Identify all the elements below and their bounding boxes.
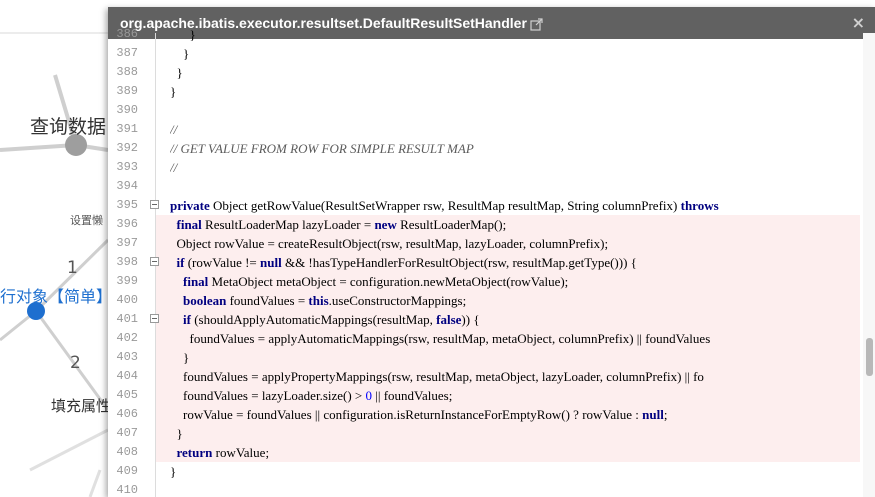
code-text: } [170,350,190,365]
code-line: 386 } [108,25,875,44]
line-number: 395 [116,198,138,212]
code-line: 406 rowValue = foundValues || configurat… [108,405,875,424]
code-line: 397 Object rowValue = createResultObject… [108,234,875,253]
code-text: foundValues = applyPropertyMappings(rsw,… [170,369,704,384]
code-text: // [170,160,178,175]
line-number: 396 [116,217,138,231]
fold-toggle-icon[interactable] [150,200,159,209]
code-text: if (rowValue != null && !hasTypeHandlerF… [176,255,637,270]
fold-toggle-icon[interactable] [150,314,159,323]
line-number: 406 [116,407,138,421]
line-number: 410 [116,483,138,497]
line-number: 386 [116,27,138,41]
vertical-scrollbar[interactable] [863,33,875,497]
code-view: 386 } 387 } 388 } 389} 390 391//392// GET VAL… [108,27,875,497]
code-text: if (shouldApplyAutomaticMappings(resultM… [183,312,480,327]
code-text: } [170,27,196,42]
line-number: 402 [116,331,138,345]
line-number: 389 [116,84,138,98]
mind-map-label-query: 查询数据 [30,116,107,138]
line-number: 407 [116,426,138,440]
mind-map-label-fill: 填充属性 [51,397,112,415]
line-number: 390 [116,103,138,117]
code-line: 398 if (rowValue != null && !hasTypeHand… [108,253,875,272]
code-line: 409} [108,462,875,481]
code-text: foundValues = lazyLoader.size() > 0 || f… [170,388,453,403]
code-line: 405 foundValues = lazyLoader.size() > 0 … [108,386,875,405]
code-line: 400 boolean foundValues = this.useConstr… [108,291,875,310]
code-text: return rowValue; [176,445,270,460]
code-line: 395 private Object getRowValue(ResultSetW… [108,196,875,215]
code-text: } [170,65,183,80]
code-text: rowValue = foundValues || configuration.… [170,407,668,422]
code-line: 401 if (shouldApplyAutomaticMappings(res… [108,310,875,329]
line-number: 401 [116,312,138,326]
code-text: boolean foundValues = this.useConstructo… [183,293,467,308]
line-number: 394 [116,179,138,193]
code-text: final ResultLoaderMap lazyLoader = new R… [176,217,507,232]
line-number: 408 [116,445,138,459]
line-number: 405 [116,388,138,402]
line-number: 409 [116,464,138,478]
line-number: 388 [116,65,138,79]
code-line: 393 // [108,158,875,177]
line-number: 398 [116,255,138,269]
code-line: 396 final ResultLoaderMap lazyLoader = n… [108,215,875,234]
source-viewer-window: org.apache.ibatis.executor.resultset.Def… [108,7,875,497]
code-text: Object rowValue = createResultObject(rsw… [170,236,609,251]
code-text: } [170,464,177,479]
code-line: 410 [108,481,875,497]
line-number: 391 [116,122,138,136]
mind-map-number-1: 1 [67,258,78,278]
code-text: } [170,84,177,99]
mind-map-number-2: 2 [70,353,81,373]
mind-map-label-settings: 设置懒 [70,214,103,227]
fold-toggle-icon[interactable] [150,257,159,266]
scrollbar-thumb[interactable] [866,338,873,376]
code-line: 392 // GET VALUE FROM ROW FOR SIMPLE RESU… [108,139,875,158]
code-text: final MetaObject metaObject = configurat… [183,274,569,289]
code-line: 404 foundValues = applyPropertyMappings(… [108,367,875,386]
code-line: 407 } [108,424,875,443]
line-number: 387 [116,46,138,60]
code-line: 399 final MetaObject metaObject = config… [108,272,875,291]
code-line: 394 [108,177,875,196]
code-text: } [170,46,190,61]
line-number: 400 [116,293,138,307]
code-line: 403 } [108,348,875,367]
code-text: // [170,122,178,137]
line-number: 403 [116,350,138,364]
line-number: 393 [116,160,138,174]
line-number: 399 [116,274,138,288]
code-line: 391 // [108,120,875,139]
code-text: // GET VALUE FROM ROW FOR SIMPLE RESULT … [170,141,474,156]
mind-map-label-object: 行对象【简单】 [0,287,113,306]
code-line: 388 } [108,63,875,82]
code-text: foundValues = applyAutomaticMappings(rsw… [170,331,711,346]
code-line: 390 [108,101,875,120]
code-line: 389} [108,82,875,101]
code-line: 408 return rowValue; [108,443,875,462]
line-number: 397 [116,236,138,250]
code-line: 387 } [108,44,875,63]
line-number: 404 [116,369,138,383]
line-number: 392 [116,141,138,155]
code-line: 402 foundValues = applyAutomaticMappings… [108,329,875,348]
code-text: } [170,426,183,441]
code-text: private Object getRowValue(ResultSetWrap… [170,198,719,213]
